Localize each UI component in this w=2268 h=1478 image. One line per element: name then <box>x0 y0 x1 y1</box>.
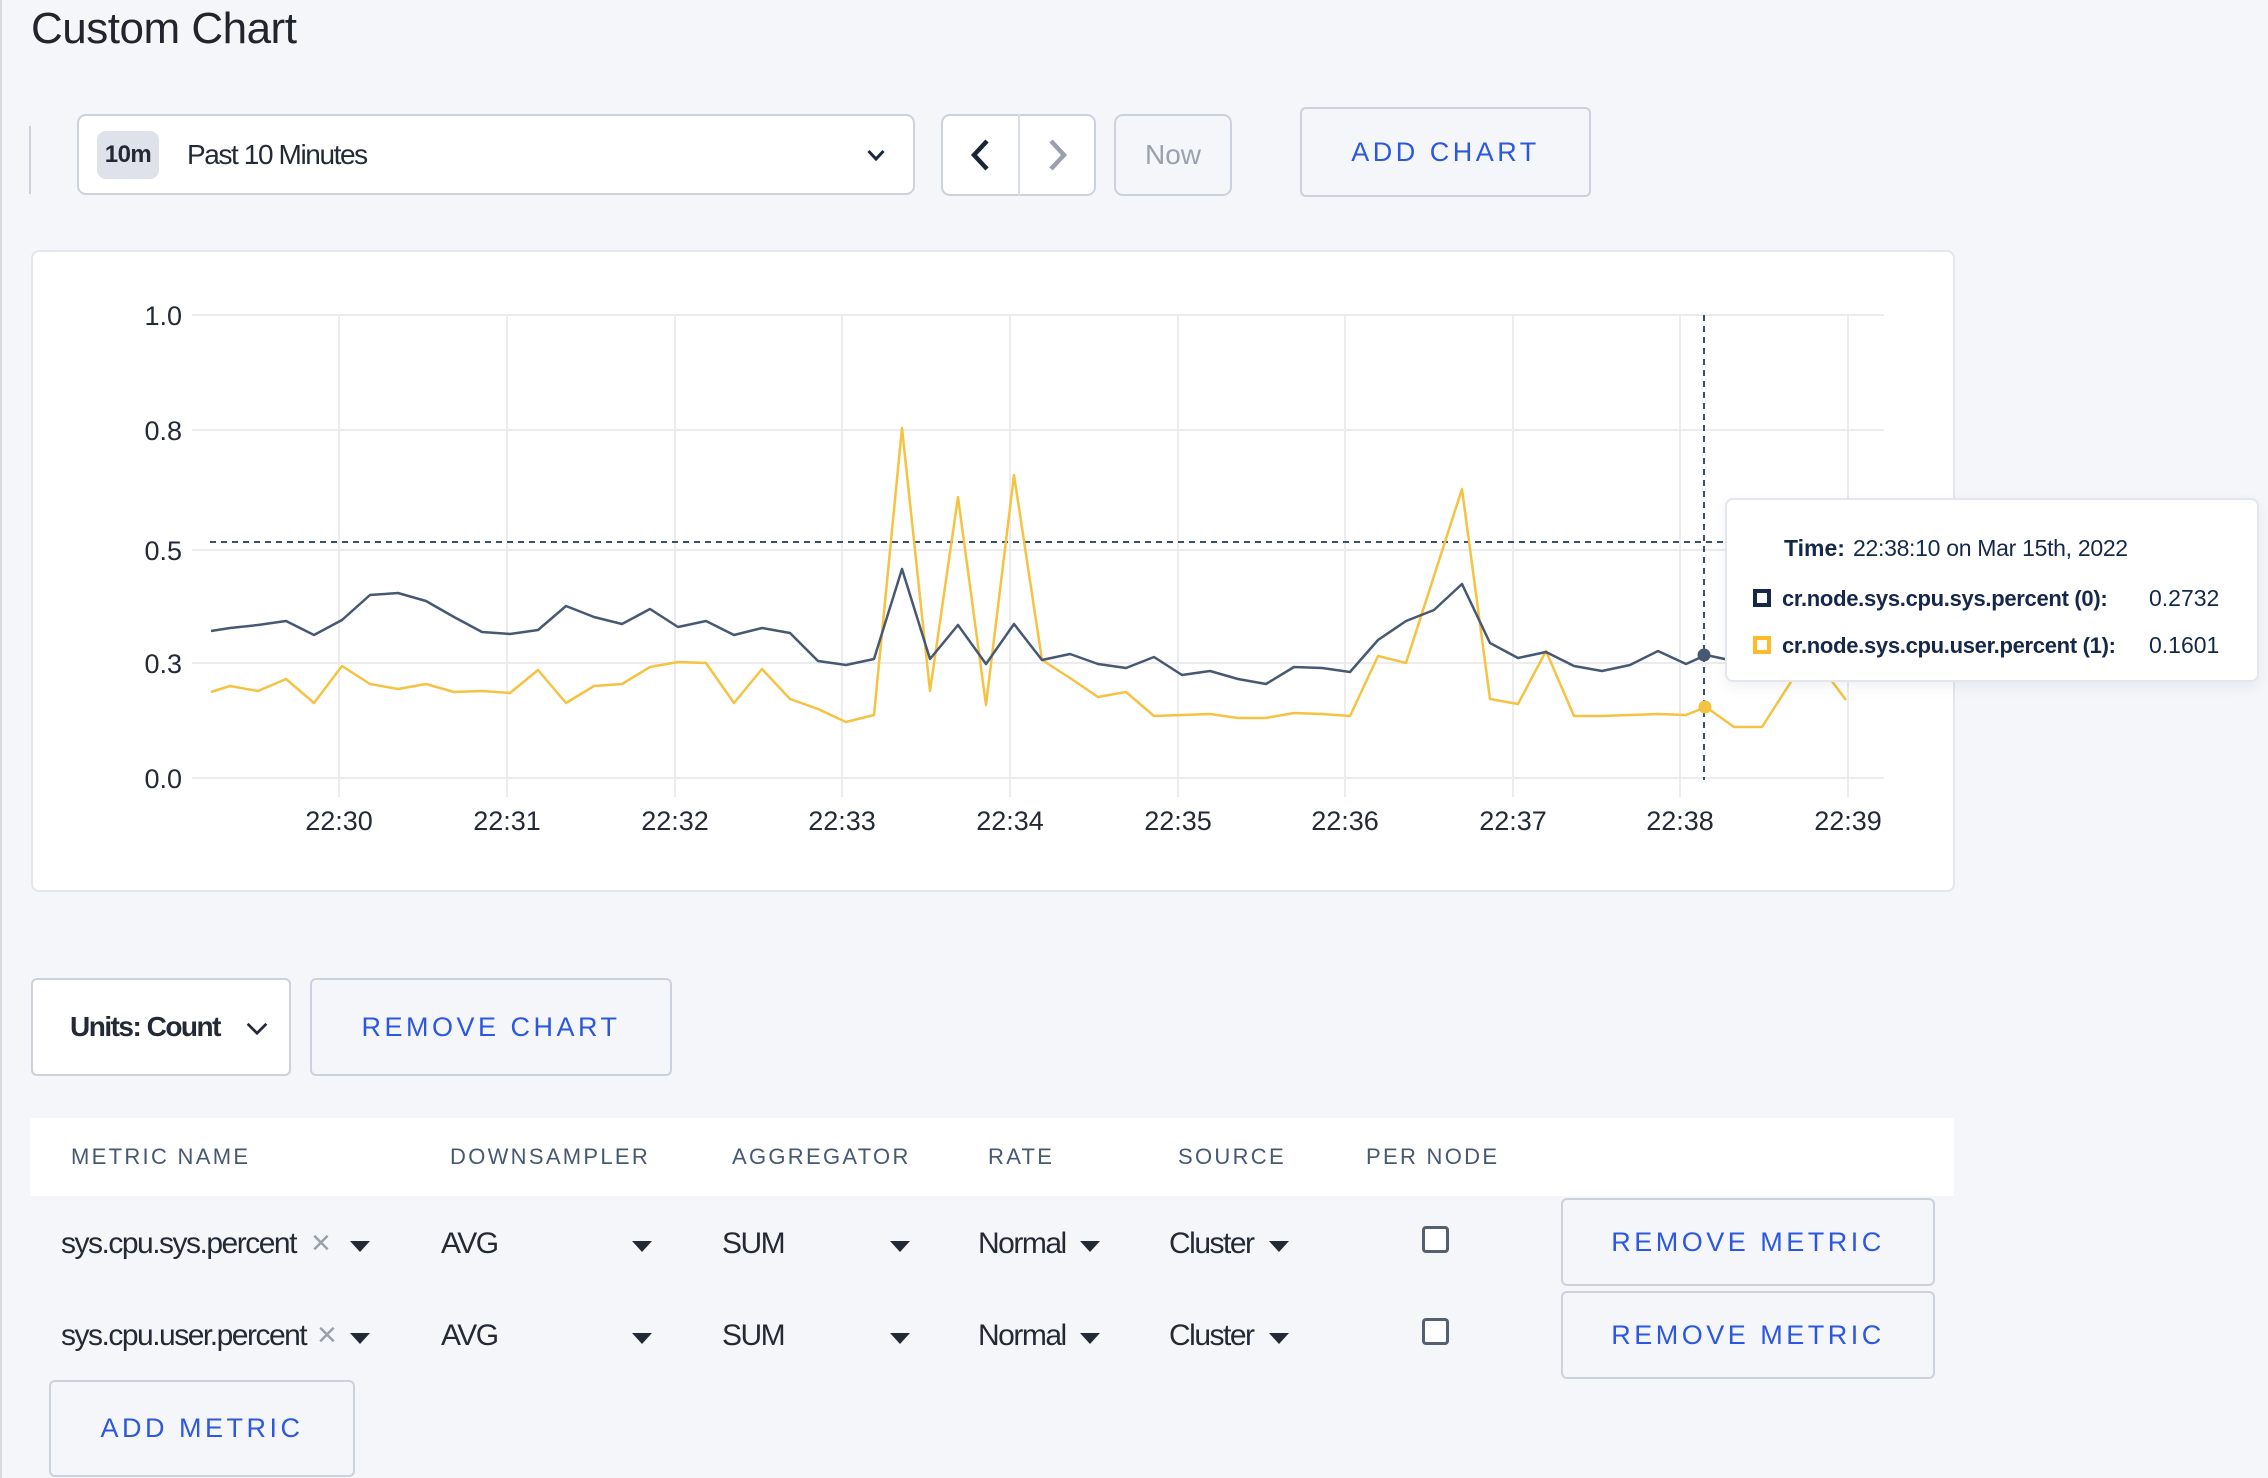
svg-text:22:34: 22:34 <box>976 806 1044 836</box>
svg-text:22:37: 22:37 <box>1479 806 1547 836</box>
svg-text:22:33: 22:33 <box>808 806 876 836</box>
svg-text:22:38: 22:38 <box>1646 806 1714 836</box>
svg-text:22:39: 22:39 <box>1814 806 1882 836</box>
svg-text:22:31: 22:31 <box>473 806 541 836</box>
svg-text:0.5: 0.5 <box>144 536 182 566</box>
svg-text:22:36: 22:36 <box>1311 806 1379 836</box>
svg-text:22:30: 22:30 <box>305 806 373 836</box>
svg-text:0.3: 0.3 <box>144 649 182 679</box>
svg-text:0.8: 0.8 <box>144 416 182 446</box>
svg-text:1.0: 1.0 <box>144 301 182 331</box>
svg-text:22:35: 22:35 <box>1144 806 1212 836</box>
svg-text:22:32: 22:32 <box>641 806 709 836</box>
svg-text:0.0: 0.0 <box>144 764 182 794</box>
